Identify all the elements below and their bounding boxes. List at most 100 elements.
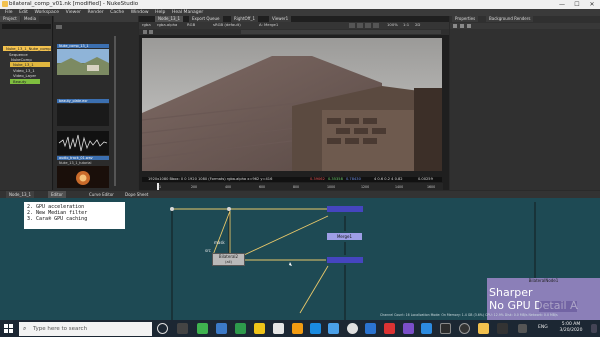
bilateral-node[interactable]: Bilateral2 (all) [212, 253, 245, 266]
tab-curve-editor[interactable]: Curve Editor [86, 191, 117, 198]
edge-icon[interactable] [365, 323, 376, 334]
mode-select[interactable]: 2D [415, 22, 420, 28]
tick-label: 1200 [361, 185, 370, 189]
tab-dope-sheet[interactable]: Dope Sheet [122, 191, 151, 198]
viewer-info-text: 1920x1080 Bbox: 0 0 1920 1080 (Formats) … [148, 177, 273, 181]
tick-label: 1600 [427, 185, 436, 189]
viewer-info-bar: 1920x1080 Bbox: 0 0 1920 1080 (Formats) … [142, 177, 442, 182]
taskbar-clock[interactable]: 5:00 AM 3/20/2020 [553, 322, 589, 334]
audio-waveform-thumbnail[interactable] [57, 131, 109, 155]
colorspace-select[interactable]: RGB [187, 22, 195, 28]
menu-render[interactable]: Render [88, 9, 104, 16]
tab-node-graph[interactable]: Node_13_1 [6, 191, 35, 198]
node-top[interactable] [327, 206, 363, 212]
menu-edit[interactable]: Edit [19, 9, 28, 16]
display-select[interactable]: sRGB (default) [213, 22, 241, 28]
info-alpha-value: 0.00259 [418, 177, 433, 181]
info-red-value: 0.39062 [310, 177, 325, 181]
app-icon-gray[interactable] [497, 323, 508, 334]
menu-window[interactable]: Window [131, 9, 149, 16]
next-icon[interactable] [149, 30, 153, 34]
properties-toolbar [450, 23, 600, 29]
channel-alpha-select[interactable]: rgba.alpha [157, 22, 177, 28]
menu-file[interactable]: File [5, 9, 13, 16]
zoom-select[interactable]: 100% [387, 22, 398, 28]
prev-icon[interactable] [143, 30, 147, 34]
menu-workspace[interactable]: Workspace [34, 9, 59, 16]
viewer-sliders[interactable] [241, 30, 441, 34]
floating-line1: Sharper [489, 286, 533, 299]
clip-thumbnail-tutorial[interactable] [57, 166, 109, 188]
gamma-icon[interactable] [357, 23, 363, 28]
app-icon-circle[interactable] [459, 323, 470, 334]
node-sublabel: (all) [225, 260, 232, 264]
viewer-subbar [139, 29, 449, 35]
menu-viewer[interactable]: Viewer [66, 9, 81, 16]
language-indicator[interactable]: ENG [538, 325, 548, 330]
tray-icons[interactable] [518, 324, 527, 333]
bin-view-icon[interactable] [56, 25, 62, 29]
lock-panel-icon[interactable] [460, 24, 464, 28]
viewer-image[interactable] [142, 38, 442, 171]
app-icon-green2[interactable] [235, 323, 246, 334]
window-title: bilateral_comp_v01.nk [modified] - NukeS… [9, 1, 139, 7]
cortana-icon[interactable] [157, 323, 168, 334]
clear-icon[interactable] [453, 24, 457, 28]
tab-editor[interactable]: Editor [48, 191, 66, 198]
clip-thumbnail-landscape[interactable] [57, 49, 109, 75]
playhead[interactable] [157, 183, 159, 190]
tab-media[interactable]: Media [21, 16, 40, 22]
app-icon-dark[interactable] [440, 323, 451, 334]
lock-icon[interactable] [373, 23, 379, 28]
info-blue-value: 0.78430 [346, 177, 361, 181]
close-button[interactable]: ✕ [585, 0, 599, 9]
properties-panel: Properties Background Renders [450, 16, 600, 190]
merge-select[interactable]: A: Merge1 [259, 22, 278, 28]
app-icon-blue2[interactable] [310, 323, 321, 334]
gain-icon[interactable] [349, 23, 355, 28]
roi-icon[interactable] [365, 23, 371, 28]
proxy-select[interactable]: 1:1 [403, 22, 409, 28]
floating-overlay [539, 301, 577, 312]
sticky-note[interactable]: 2. GPU acceleration 2. New Median filter… [24, 202, 125, 229]
menu-heal-manager[interactable]: Heal Manager [172, 9, 203, 16]
viewer-toolbar: rgba rgba.alpha RGB sRGB (default) A: Me… [139, 22, 449, 29]
menu-cache[interactable]: Cache [110, 9, 124, 16]
bin-scrollbar[interactable] [114, 36, 116, 186]
node-bottom[interactable] [327, 257, 363, 263]
clip-thumbnail-dark[interactable] [57, 104, 109, 126]
clip-label: Nuke_comp_13_1 [57, 44, 109, 48]
minimize-button[interactable]: — [555, 0, 569, 9]
maximize-button[interactable]: ☐ [570, 0, 584, 9]
tab-project[interactable]: Project [0, 16, 20, 22]
app-icon-white[interactable] [273, 323, 284, 334]
app-icon-green[interactable] [197, 323, 208, 334]
app-icon-blue3[interactable] [421, 323, 432, 334]
nuke-taskbar-icon[interactable] [478, 323, 489, 334]
float-icon[interactable] [467, 24, 471, 28]
tab-properties[interactable]: Properties [452, 16, 479, 22]
tree-item[interactable]: Video_Layer [10, 73, 50, 78]
tree-item[interactable]: Nuke_13_1_Nuke_comp [3, 46, 51, 51]
project-search-field[interactable] [2, 24, 51, 29]
notification-icon[interactable] [591, 324, 597, 333]
taskbar-search-input[interactable]: ⌕ Type here to search [19, 322, 152, 336]
tree-item[interactable]: Nuke_13_1 [10, 62, 50, 67]
merge-node[interactable]: Merge1 [327, 233, 362, 240]
mail-icon[interactable] [328, 323, 339, 334]
app-icon-blue[interactable] [216, 323, 227, 334]
windows-start-icon[interactable] [4, 324, 13, 333]
windows-taskbar: ⌕ Type here to search ENG 5:00 AM 3/20/2… [0, 320, 600, 337]
channel-select[interactable]: rgba [142, 22, 151, 28]
app-icon-purple[interactable] [403, 323, 414, 334]
file-explorer-icon[interactable] [254, 323, 265, 334]
tab-background-renders[interactable]: Background Renders [486, 16, 534, 22]
tree-item[interactable]: Beauty [10, 79, 40, 84]
vlc-icon[interactable] [292, 323, 303, 334]
app-icon-red[interactable] [384, 323, 395, 334]
task-view-icon[interactable] [177, 323, 188, 334]
chrome-icon[interactable] [347, 323, 358, 334]
search-icon: ⌕ [23, 325, 27, 332]
timeline-ruler[interactable]: 1 200 400 600 800 1000 1200 1400 1600 [157, 183, 443, 190]
menu-help[interactable]: Help [155, 9, 165, 16]
